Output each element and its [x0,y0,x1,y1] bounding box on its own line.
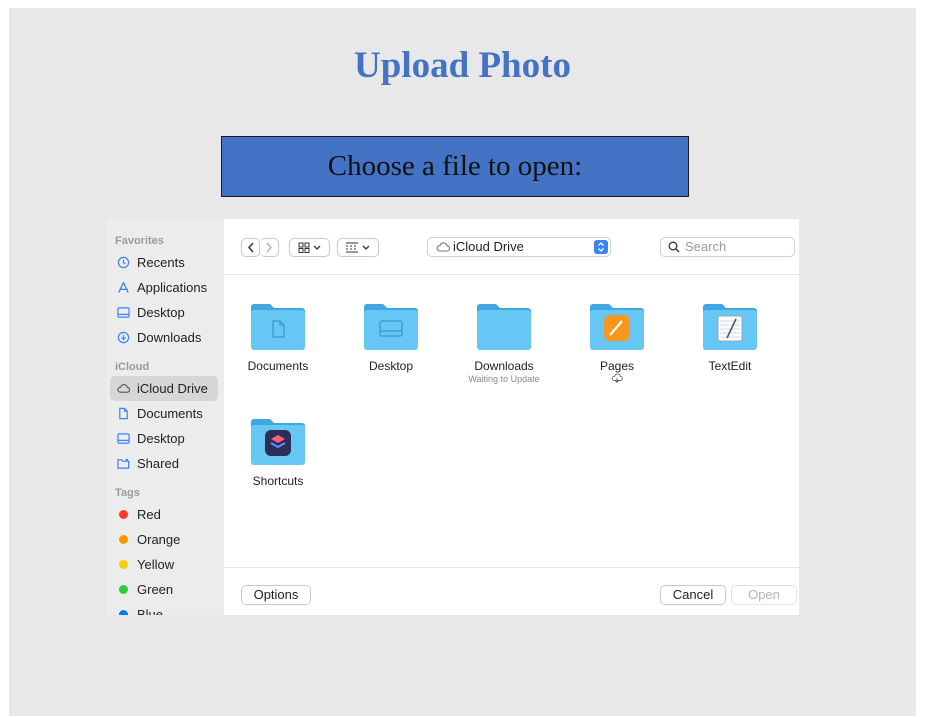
location-popup[interactable]: iCloud Drive [427,237,611,257]
sidebar-section-icloud: iCloud [115,361,150,373]
search-field[interactable]: Search [660,237,795,257]
sidebar-item-label: Yellow [137,557,175,572]
sidebar-item-shared[interactable]: Shared [110,451,218,476]
grid-view-icon [298,242,320,253]
file-name: Desktop [368,359,414,373]
clock-icon [117,256,130,269]
tag-dot-icon [119,585,128,594]
cloud-icon [436,242,450,252]
cloud-icon [117,384,130,393]
file-browser: iCloud Drive Search Documents Desktop Do… [224,219,799,615]
back-button[interactable] [241,238,260,257]
sidebar-section-tags: Tags [115,487,140,499]
sidebar-item-icloud-drive[interactable]: iCloud Drive [110,376,218,401]
open-button[interactable]: Open [731,585,797,605]
file-name: Pages [562,359,672,383]
group-mode-button[interactable] [337,238,379,257]
sidebar-item-label: Desktop [137,431,185,446]
file-status: Waiting to Update [468,374,540,384]
options-button[interactable]: Options [241,585,311,605]
file-item-documents[interactable]: Documents [223,299,333,373]
file-name: Documents [247,359,309,373]
cloud-download-icon [611,373,623,383]
sidebar-item-label: Green [137,582,174,597]
search-placeholder: Search [685,239,727,254]
forward-icon [266,242,273,253]
desktop-icon [117,433,130,444]
file-name: TextEdit [708,359,752,373]
folder-icon [251,304,305,350]
sidebar-item-label: Recents [137,255,185,270]
file-name: Downloads [474,359,534,373]
sidebar-tag-green[interactable]: Green [110,577,218,602]
file-item-desktop[interactable]: Desktop [336,299,446,373]
folder-icon [477,304,531,350]
search-icon [668,241,680,253]
instruction-banner: Choose a file to open: [221,136,689,197]
sidebar-item-label: Red [137,507,161,522]
location-label: iCloud Drive [453,239,524,254]
file-item-textedit[interactable]: TextEdit [675,299,785,373]
bottom-bar: Options Cancel Open [224,567,799,615]
sidebar-item-desktop[interactable]: Desktop [110,300,218,325]
sidebar-item-label: Shared [137,456,179,471]
shortcuts-app-icon [251,419,305,465]
file-name: Shortcuts [252,474,304,488]
toolbar: iCloud Drive Search [224,219,799,275]
cancel-button[interactable]: Cancel [660,585,726,605]
download-icon [117,331,130,344]
textedit-app-icon [703,304,757,350]
sidebar-item-label: iCloud Drive [137,381,208,396]
tag-dot-icon [119,510,128,519]
sidebar-item-label: Orange [137,532,181,547]
tag-dot-icon [119,560,128,569]
shared-folder-icon [117,458,130,469]
file-item-pages[interactable]: Pages [562,299,672,383]
sidebar-item-documents[interactable]: Documents [110,401,218,426]
sidebar-tag-blue[interactable]: Blue [110,602,218,615]
sidebar-item-downloads[interactable]: Downloads [110,325,218,350]
view-mode-button[interactable] [289,238,330,257]
document-icon [119,407,128,420]
sidebar-item-applications[interactable]: Applications [110,275,218,300]
sidebar-section-favorites: Favorites [115,235,164,247]
tag-dot-icon [119,610,128,615]
back-icon [247,242,254,253]
forward-button[interactable] [260,238,279,257]
applications-icon [118,282,129,293]
sidebar-tag-yellow[interactable]: Yellow [110,552,218,577]
sidebar: Favorites Recents Applications Desktop D… [106,219,224,615]
file-item-shortcuts[interactable]: Shortcuts [223,414,333,488]
sidebar-item-icloud-desktop[interactable]: Desktop [110,426,218,451]
sidebar-item-label: Downloads [137,330,202,345]
file-open-dialog: Favorites Recents Applications Desktop D… [106,219,799,615]
desktop-icon [117,307,130,318]
tag-dot-icon [119,535,128,544]
folder-icon [364,304,418,350]
sidebar-tag-red[interactable]: Red [110,502,218,527]
pages-app-icon [590,304,644,350]
sidebar-item-label: Desktop [137,305,185,320]
updown-chevron-icon [594,240,608,254]
group-view-icon [346,242,370,253]
file-item-downloads[interactable]: Downloads Waiting to Update [449,299,559,384]
sidebar-tag-orange[interactable]: Orange [110,527,218,552]
page-title: Upload Photo [354,45,571,86]
sidebar-item-recents[interactable]: Recents [110,250,218,275]
sidebar-item-label: Blue [137,607,164,615]
sidebar-item-label: Applications [137,280,208,295]
sidebar-item-label: Documents [137,406,203,421]
